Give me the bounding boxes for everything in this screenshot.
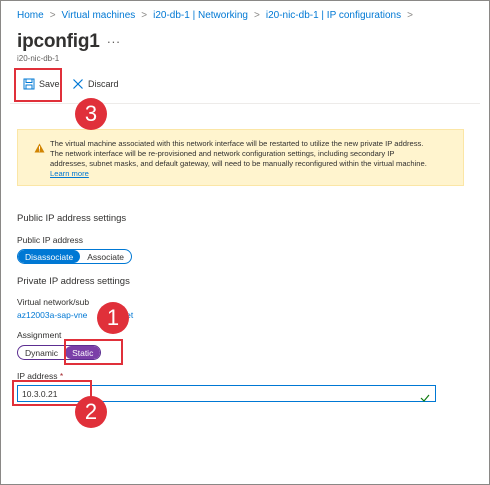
discard-label: Discard <box>88 79 119 89</box>
chevron-right-icon: > <box>141 10 148 21</box>
breadcrumb-home[interactable]: Home <box>17 10 44 21</box>
breadcrumb-vm-networking[interactable]: i20-db-1 | Networking <box>153 10 248 21</box>
chevron-right-icon: > <box>254 10 260 21</box>
chevron-right-icon: > <box>49 10 56 21</box>
chevron-right-icon: > <box>407 10 413 21</box>
warning-banner: The virtual machine associated with this… <box>17 129 464 186</box>
checkmark-icon <box>420 389 430 407</box>
public-ip-toggle: Disassociate Associate <box>17 249 133 264</box>
warning-text: The virtual machine associated with this… <box>50 139 430 179</box>
discard-button[interactable]: Discard <box>72 76 119 92</box>
associate-option[interactable]: Associate <box>80 250 131 263</box>
breadcrumb-nic-ip-configurations[interactable]: i20-nic-db-1 | IP configurations <box>266 10 401 21</box>
save-highlight-box <box>14 68 62 102</box>
warning-icon <box>34 140 45 158</box>
virtual-network-label: Virtual network/sub <box>17 297 90 307</box>
static-highlight-box <box>64 339 123 365</box>
breadcrumb-virtual-machines[interactable]: Virtual machines <box>62 10 136 21</box>
dynamic-option[interactable]: Dynamic <box>18 346 65 359</box>
warning-message: The virtual machine associated with this… <box>50 139 427 168</box>
more-options-button[interactable]: ... <box>107 31 121 46</box>
page-subtitle: i20-nic-db-1 <box>17 54 60 63</box>
public-ip-section-title: Public IP address settings <box>17 213 127 224</box>
page-title: ipconfig1 <box>17 31 100 52</box>
close-icon <box>72 78 84 90</box>
callout-badge-1: 1 <box>97 302 129 334</box>
breadcrumb: Home > Virtual machines > i20-db-1 | Net… <box>17 10 419 21</box>
public-ip-label: Public IP address <box>17 235 83 245</box>
assignment-label: Assignment <box>17 330 62 340</box>
learn-more-link[interactable]: Learn more <box>50 169 89 178</box>
callout-badge-3: 3 <box>75 98 107 130</box>
callout-badge-2: 2 <box>75 396 107 428</box>
private-ip-section-title: Private IP address settings <box>17 276 130 287</box>
disassociate-option[interactable]: Disassociate <box>18 250 81 263</box>
virtual-network-value: az12003a-sap-vne <box>17 310 88 320</box>
